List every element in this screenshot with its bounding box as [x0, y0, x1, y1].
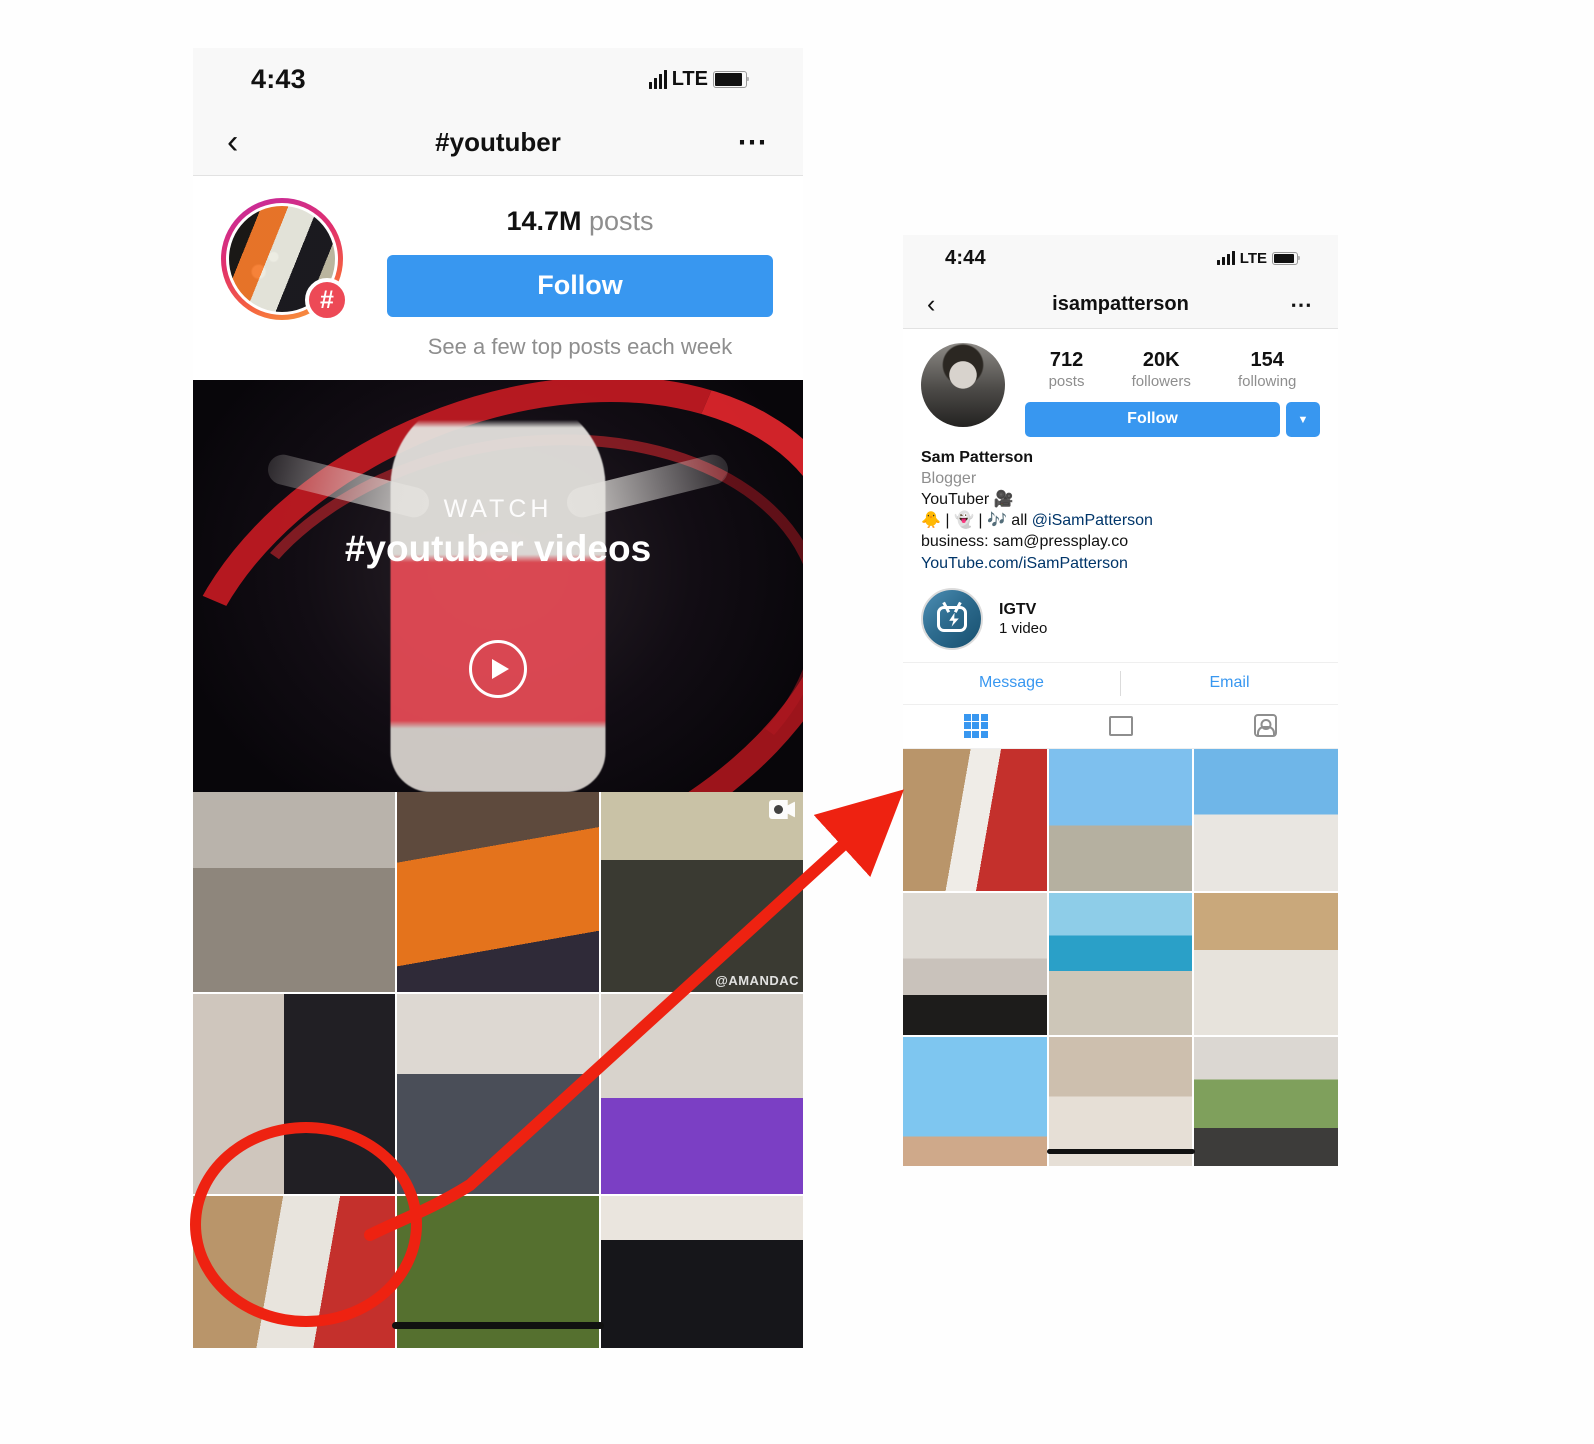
battery-icon	[713, 70, 749, 88]
status-time: 4:44	[945, 246, 986, 269]
bio-line-3: business: sam@pressplay.co	[921, 533, 1129, 551]
grid-post-cell[interactable]	[1048, 1036, 1193, 1166]
bio-website-link[interactable]: YouTube.com/iSamPatterson	[921, 553, 1128, 574]
profile-stat[interactable]: 20K followers	[1132, 349, 1191, 390]
grid-post-cell[interactable]	[903, 892, 1047, 1035]
grid-post-cell[interactable]	[193, 1196, 395, 1348]
grid-post-cell[interactable]	[1048, 892, 1193, 1035]
battery-icon	[1272, 251, 1300, 265]
grid-post-cell[interactable]	[193, 792, 395, 992]
network-label: LTE	[671, 67, 708, 90]
video-post-icon	[769, 800, 795, 819]
grid-post-cell[interactable]	[1194, 892, 1338, 1035]
back-chevron-left-icon[interactable]: ‹	[927, 290, 935, 319]
hashtag-badge-icon: #	[305, 278, 349, 322]
bio-category: Blogger	[921, 470, 977, 488]
grid-post-cell[interactable]	[1194, 748, 1338, 891]
tagged-person-icon	[1254, 714, 1277, 738]
chevron-down-icon[interactable]: ▼	[1286, 402, 1320, 437]
tagged-tab[interactable]	[1193, 705, 1338, 748]
right-post-grid	[903, 748, 1338, 1166]
bio-line-1: YouTuber 🎥	[921, 491, 1014, 509]
igtv-icon	[921, 587, 983, 650]
profile-avatar[interactable]	[921, 343, 1005, 427]
profile-tabs-row	[903, 705, 1338, 749]
watch-videos-banner[interactable]: WATCH #youtuber videos	[193, 380, 803, 792]
bio-display-name: Sam Patterson	[921, 449, 1034, 466]
hashtag-header: # 14.7M posts Follow See a few top posts…	[193, 176, 803, 380]
list-tab[interactable]	[1048, 705, 1193, 748]
profile-bio: Sam Patterson Blogger YouTuber 🎥 🐥 | 👻 |…	[903, 437, 1338, 574]
play-icon[interactable]	[469, 639, 527, 698]
ellipsis-icon[interactable]: ⋯	[737, 125, 769, 160]
igtv-subtitle: 1 video	[999, 619, 1048, 637]
left-status-bar: 4:43 LTE	[193, 48, 803, 110]
stat-value: 20K	[1142, 349, 1180, 371]
message-button[interactable]: Message	[903, 663, 1120, 704]
home-indicator	[1046, 1149, 1195, 1154]
posts-count-line: 14.7M posts	[387, 206, 773, 237]
bio-mention-link[interactable]: @iSamPatterson	[1032, 512, 1153, 529]
home-indicator	[392, 1322, 604, 1329]
grid-tab[interactable]	[903, 705, 1048, 748]
follow-hashtag-button[interactable]: Follow	[387, 255, 773, 317]
right-status-bar: 4:44 LTE	[903, 235, 1338, 281]
hashtag-note: See a few top posts each week	[427, 334, 733, 359]
hashtag-avatar[interactable]: #	[221, 198, 349, 322]
grid-post-cell[interactable]: @AMANDAC	[601, 792, 803, 992]
posts-label: posts	[589, 206, 654, 236]
list-icon	[1108, 715, 1133, 736]
profile-stat[interactable]: 154 following	[1238, 349, 1296, 390]
igtv-section[interactable]: IGTV 1 video	[903, 574, 1338, 662]
back-chevron-left-icon[interactable]: ‹	[227, 123, 238, 162]
profile-username-title: isampatterson	[1052, 293, 1189, 315]
grid-post-cell[interactable]	[397, 994, 599, 1194]
grid-post-cell[interactable]	[903, 1036, 1047, 1166]
bio-line-2: 🐥 | 👻 | 🎶 all @iSamPatterson	[921, 510, 1320, 531]
follow-user-button[interactable]: Follow	[1025, 402, 1280, 437]
stat-label: followers	[1131, 373, 1191, 390]
profile-stats-row: 712 posts 20K followers 154 following	[1025, 343, 1320, 394]
grid-icon	[963, 713, 988, 738]
stat-value: 712	[1049, 349, 1084, 371]
left-phone-screen: 4:43 LTE ‹ #youtuber ⋯ # 14.7M posts Fol…	[193, 48, 803, 1348]
network-label: LTE	[1239, 249, 1267, 267]
ellipsis-icon[interactable]: ⋯	[1290, 292, 1314, 318]
grid-post-cell[interactable]	[601, 1196, 803, 1348]
grid-post-cell[interactable]	[193, 994, 395, 1194]
grid-post-cell[interactable]	[903, 748, 1047, 891]
post-watermark: @AMANDAC	[715, 973, 799, 988]
performer-silhouette	[390, 396, 606, 792]
grid-post-cell[interactable]	[1194, 1036, 1338, 1166]
igtv-title: IGTV	[999, 600, 1037, 618]
right-phone-screen: 4:44 LTE ‹ isampatterson ⋯ 712 posts 20K fo…	[903, 235, 1338, 1166]
stat-label: posts	[1048, 373, 1085, 390]
grid-post-cell[interactable]	[1048, 748, 1193, 891]
grid-post-cell[interactable]	[601, 994, 803, 1194]
profile-stat[interactable]: 712 posts	[1049, 349, 1085, 390]
left-nav-bar: ‹ #youtuber ⋯	[193, 110, 803, 176]
status-time: 4:43	[251, 63, 306, 94]
stat-value: 154	[1250, 349, 1284, 371]
stat-label: following	[1238, 373, 1297, 390]
posts-count: 14.7M	[506, 206, 582, 236]
left-post-grid: @AMANDAC	[193, 792, 803, 1348]
page-canvas: 4:43 LTE ‹ #youtuber ⋯ # 14.7M posts Fol…	[0, 0, 1594, 1444]
bio-line-2-prefix: 🐥 | 👻 | 🎶 all	[921, 512, 1032, 530]
email-button[interactable]: Email	[1121, 663, 1338, 704]
page-title: #youtuber	[435, 127, 561, 157]
signal-bars-icon	[648, 69, 667, 89]
right-nav-bar: ‹ isampatterson ⋯	[903, 281, 1338, 329]
profile-header: 712 posts 20K followers 154 following Follow …	[903, 329, 1338, 437]
watch-label: WATCH	[443, 495, 553, 524]
banner-title: #youtuber videos	[344, 528, 652, 570]
profile-action-row: Message Email	[903, 661, 1338, 705]
grid-post-cell[interactable]	[397, 792, 599, 992]
signal-bars-icon	[1216, 251, 1235, 265]
